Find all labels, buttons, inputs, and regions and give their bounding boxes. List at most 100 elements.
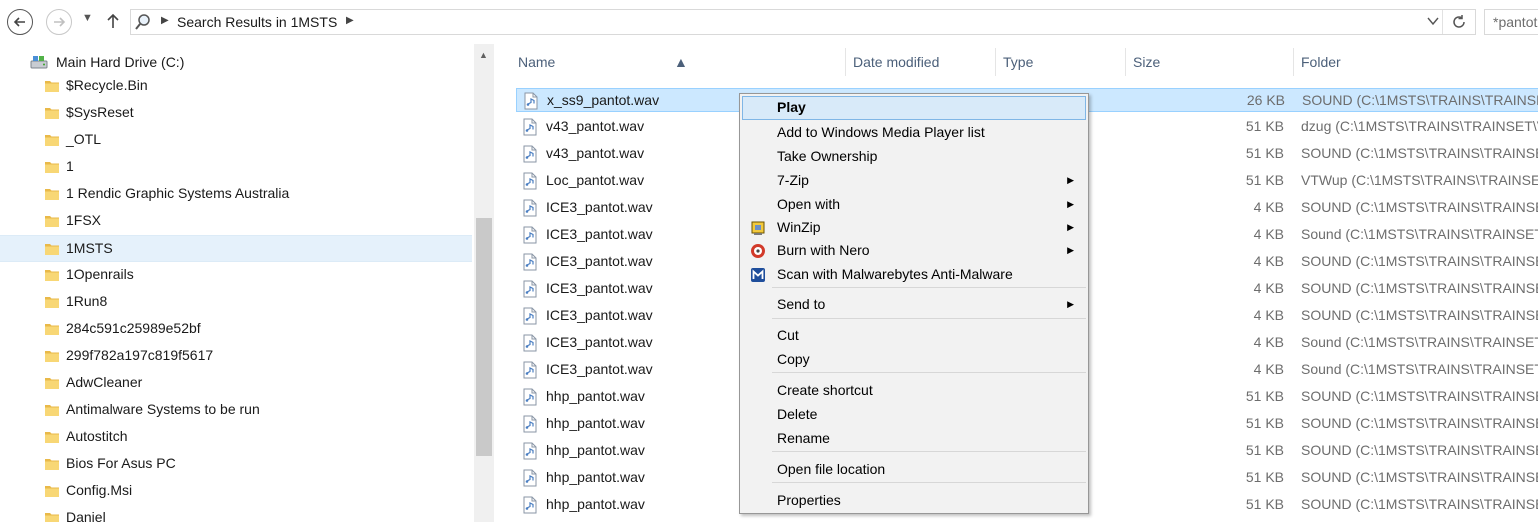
menu-item-copy[interactable]: Copy	[742, 348, 1086, 372]
address-bar[interactable]: ▶ Search Results in 1MSTS ▶	[130, 9, 1476, 35]
folder-item[interactable]: $Recycle.Bin	[0, 73, 472, 100]
menu-separator	[772, 318, 1086, 319]
recent-locations-dropdown-icon[interactable]: ▼	[82, 12, 93, 24]
wav-file-icon	[523, 92, 539, 113]
folder-item[interactable]: 1 Rendic Graphic Systems Australia	[0, 181, 472, 208]
file-name: hhp_pantot.wav	[546, 496, 645, 512]
file-size: 4 KB	[1253, 253, 1284, 269]
menu-item-label: Take Ownership	[777, 148, 878, 164]
menu-item-label: Rename	[777, 430, 830, 446]
menu-item-play[interactable]: Play	[742, 96, 1086, 120]
menu-item-cut[interactable]: Cut	[742, 324, 1086, 348]
folder-item[interactable]: 1Openrails	[0, 262, 472, 289]
folder-item[interactable]: 299f782a197c819f5617	[0, 343, 472, 370]
menu-item-label: Add to Windows Media Player list	[777, 124, 985, 140]
folder-item[interactable]: 1FSX	[0, 208, 472, 235]
menu-item-7zip[interactable]: 7-Zip ▶	[742, 169, 1086, 193]
menu-item-label: Copy	[777, 351, 810, 367]
folder-item[interactable]: Daniel	[0, 505, 472, 522]
file-name: hhp_pantot.wav	[546, 415, 645, 431]
search-box[interactable]: *pantot	[1484, 9, 1538, 35]
breadcrumb-chevron-icon[interactable]: ▶	[346, 15, 354, 26]
up-arrow-icon[interactable]	[105, 12, 121, 30]
folder-item[interactable]: $SysReset	[0, 100, 472, 127]
menu-item-rename[interactable]: Rename	[742, 427, 1086, 451]
wav-file-icon	[522, 334, 538, 355]
file-size: 26 KB	[1246, 92, 1285, 108]
folder-icon	[44, 268, 60, 285]
file-folder: SOUND (C:\1MSTS\TRAINS\TRAINSET\	[1301, 496, 1538, 512]
folder-icon	[44, 214, 60, 231]
folder-item[interactable]: AdwCleaner	[0, 370, 472, 397]
folder-item[interactable]: Config.Msi	[0, 478, 472, 505]
search-input[interactable]: *pantot	[1493, 14, 1537, 30]
column-header-size[interactable]: Size	[1133, 54, 1160, 70]
submenu-arrow-icon: ▶	[1067, 199, 1074, 209]
breadcrumb-chevron-icon[interactable]: ▶	[161, 15, 169, 26]
menu-item-burn-with-nero[interactable]: Burn with Nero ▶	[742, 239, 1086, 263]
file-size: 51 KB	[1245, 118, 1284, 134]
folder-label: AdwCleaner	[66, 374, 143, 390]
menu-item-delete[interactable]: Delete	[742, 403, 1086, 427]
refresh-button[interactable]	[1442, 10, 1475, 34]
column-divider[interactable]	[845, 48, 846, 76]
column-header-date-modified[interactable]: Date modified	[853, 54, 939, 70]
file-size: 4 KB	[1253, 361, 1284, 377]
column-header-folder[interactable]: Folder	[1301, 54, 1341, 70]
wav-file-icon	[522, 307, 538, 328]
folder-item[interactable]: Autostitch	[0, 424, 472, 451]
menu-item-create-shortcut[interactable]: Create shortcut	[742, 379, 1086, 403]
menu-item-add-to-wmp-list[interactable]: Add to Windows Media Player list	[742, 121, 1086, 145]
column-divider[interactable]	[1125, 48, 1126, 76]
folder-icon	[44, 430, 60, 447]
folder-icon	[44, 242, 60, 259]
scroll-up-icon[interactable]: ▲	[479, 50, 488, 60]
wav-file-icon	[522, 172, 538, 193]
scrollbar-thumb[interactable]	[476, 218, 492, 456]
menu-item-open-file-location[interactable]: Open file location	[742, 458, 1086, 482]
folder-item[interactable]: Bios For Asus PC	[0, 451, 472, 478]
file-folder: SOUND (C:\1MSTS\TRAINS\TRAINSET\	[1301, 415, 1538, 431]
folder-item[interactable]: 284c591c25989e52bf	[0, 316, 472, 343]
folder-icon	[44, 133, 60, 150]
column-header-type[interactable]: Type	[1003, 54, 1033, 70]
folder-label: 284c591c25989e52bf	[66, 320, 201, 336]
file-folder: Sound (C:\1MSTS\TRAINS\TRAINSET\	[1301, 334, 1538, 350]
menu-item-label: 7-Zip	[777, 172, 809, 188]
breadcrumb[interactable]: Search Results in 1MSTS	[177, 14, 337, 30]
menu-item-open-with[interactable]: Open with ▶	[742, 193, 1086, 217]
folder-label: $Recycle.Bin	[66, 77, 148, 93]
column-divider[interactable]	[995, 48, 996, 76]
folder-icon	[44, 187, 60, 204]
nero-icon	[750, 243, 766, 259]
back-arrow-icon	[13, 17, 25, 27]
menu-item-scan-malwarebytes[interactable]: Scan with Malwarebytes Anti-Malware	[742, 263, 1086, 287]
back-button[interactable]	[7, 9, 33, 35]
folder-item[interactable]: 1Run8	[0, 289, 472, 316]
folder-label: Bios For Asus PC	[66, 455, 176, 471]
folder-item[interactable]: 1MSTS	[0, 235, 472, 262]
file-size: 51 KB	[1245, 496, 1284, 512]
menu-item-take-ownership[interactable]: Take Ownership	[742, 145, 1086, 169]
menu-item-winzip[interactable]: WinZip ▶	[742, 216, 1086, 240]
folder-item[interactable]: 1	[0, 154, 472, 181]
folder-item[interactable]: _OTL	[0, 127, 472, 154]
column-divider[interactable]	[1293, 48, 1294, 76]
wav-file-icon	[522, 253, 538, 274]
forward-button[interactable]	[46, 9, 72, 35]
menu-item-send-to[interactable]: Send to ▶	[742, 293, 1086, 317]
wav-file-icon	[522, 496, 538, 517]
folder-item[interactable]: Antimalware Systems to be run	[0, 397, 472, 424]
file-size: 51 KB	[1245, 388, 1284, 404]
address-history-chevron-icon[interactable]	[1427, 13, 1439, 32]
file-folder: SOUND (C:\1MSTS\TRAINS\TRAINSET\	[1301, 199, 1538, 215]
folder-icon	[44, 376, 60, 393]
drive-item[interactable]: Main Hard Drive (C:)	[30, 52, 184, 72]
navigation-scrollbar[interactable]: ▲	[474, 44, 494, 522]
folder-icon	[44, 295, 60, 312]
column-header-name[interactable]: Name	[518, 54, 555, 70]
menu-item-properties[interactable]: Properties	[742, 489, 1086, 513]
file-folder: SOUND (C:\1MSTS\TRAINS\TRAINSET\	[1301, 388, 1538, 404]
wav-file-icon	[522, 415, 538, 436]
menu-item-label: Burn with Nero	[777, 242, 870, 258]
